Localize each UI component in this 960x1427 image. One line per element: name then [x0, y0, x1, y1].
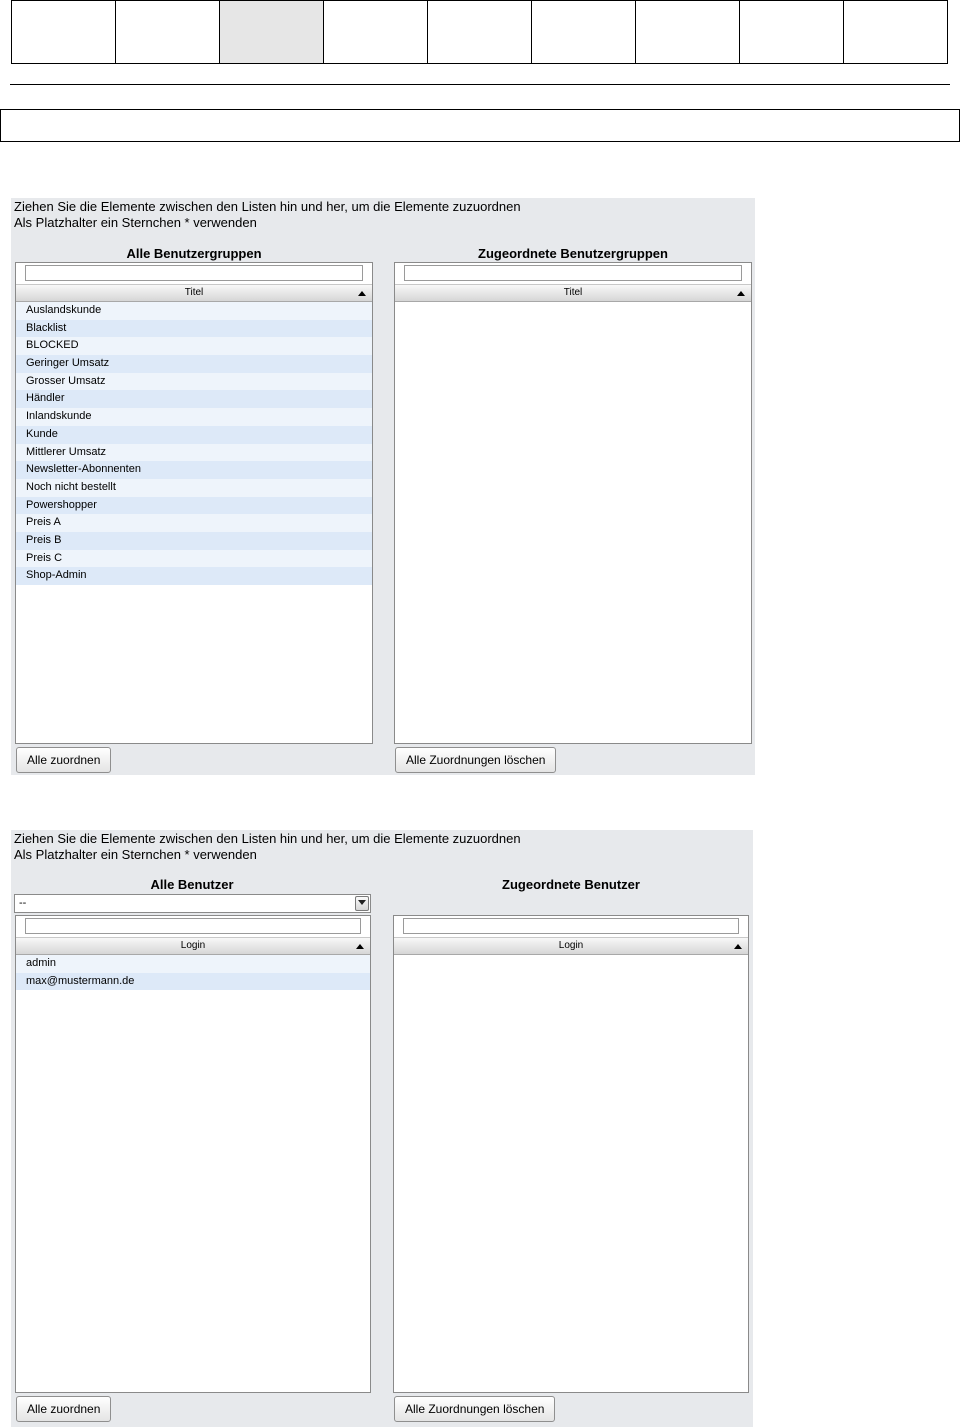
list-item[interactable]: Noch nicht bestellt [16, 478, 372, 497]
assign-all-button[interactable]: Alle zuordnen [16, 1396, 112, 1422]
tab-1[interactable] [12, 1, 116, 63]
users-rows: admin max@mustermann.de [16, 955, 370, 991]
wildcard-hint: Als Platzhalter ein Sternchen * verwende… [14, 215, 257, 230]
column-header-label: Login [180, 940, 206, 951]
sort-ascending-icon[interactable] [737, 291, 745, 296]
list-item[interactable]: Grosser Umsatz [16, 372, 372, 391]
all-usergroups-title: Alle Benutzergruppen [126, 246, 262, 261]
list-item[interactable]: Kunde [16, 425, 372, 444]
titel-column-header[interactable]: Titel [395, 284, 751, 302]
top-tab-strip [11, 0, 948, 64]
users-assignment-panel: Ziehen Sie die Elemente zwischen den Lis… [11, 830, 753, 1427]
list-item[interactable]: Inlandskunde [16, 408, 372, 426]
list-item[interactable]: Händler [16, 390, 372, 409]
column-header-label: Titel [563, 287, 583, 298]
list-item[interactable]: BLOCKED [16, 337, 372, 356]
sort-ascending-icon[interactable] [358, 291, 366, 296]
list-item[interactable]: Preis C [16, 549, 372, 568]
tab-5[interactable] [428, 1, 532, 63]
tab-6[interactable] [532, 1, 636, 63]
titel-column-header[interactable]: Titel [16, 284, 372, 302]
select-value: -- [19, 897, 27, 909]
all-usergroups-list[interactable]: Titel Auslandskunde Blacklist BLOCKED Ge… [15, 262, 373, 744]
users-filter-input[interactable] [25, 918, 361, 934]
drag-hint: Ziehen Sie die Elemente zwischen den Lis… [14, 831, 521, 846]
tab-8[interactable] [740, 1, 844, 63]
assigned-usergroups-filter-input[interactable] [404, 265, 742, 281]
list-item[interactable]: Shop-Admin [16, 567, 372, 585]
drag-hint: Ziehen Sie die Elemente zwischen den Lis… [14, 199, 521, 214]
all-users-title: Alle Benutzer [150, 877, 234, 892]
tab-3-active[interactable] [220, 1, 324, 63]
all-users-list[interactable]: Login admin max@mustermann.de [15, 915, 371, 1393]
list-item[interactable]: Auslandskunde [16, 302, 372, 320]
assigned-users-list[interactable]: Login [393, 915, 749, 1393]
assigned-usergroups-list[interactable]: Titel [394, 262, 752, 744]
clear-all-assignments-button[interactable]: Alle Zuordnungen löschen [395, 747, 557, 773]
wildcard-hint: Als Platzhalter ein Sternchen * verwende… [14, 847, 257, 862]
assigned-users-filter-input[interactable] [403, 918, 739, 934]
chevron-down-icon[interactable] [355, 896, 369, 911]
clear-all-assignments-button[interactable]: Alle Zuordnungen löschen [394, 1396, 556, 1422]
column-header-label: Titel [184, 287, 204, 298]
sort-ascending-icon[interactable] [734, 944, 742, 949]
list-item[interactable]: max@mustermann.de [16, 972, 370, 991]
login-column-header[interactable]: Login [394, 937, 748, 955]
list-item[interactable]: Preis A [16, 514, 372, 532]
usergroups-assignment-panel: Ziehen Sie die Elemente zwischen den Lis… [11, 198, 755, 775]
assigned-users-title: Zugeordnete Benutzer [502, 877, 640, 892]
usergroups-filter-input[interactable] [25, 265, 363, 281]
column-header-label: Login [558, 940, 584, 951]
user-filter-select[interactable]: -- [14, 894, 371, 913]
assigned-usergroups-title: Zugeordnete Benutzergruppen [478, 246, 668, 261]
list-item[interactable]: admin [16, 955, 370, 973]
tab-4[interactable] [324, 1, 428, 63]
tab-9[interactable] [844, 1, 948, 63]
divider [10, 84, 950, 85]
tab-7[interactable] [636, 1, 740, 63]
list-item[interactable]: Preis B [16, 531, 372, 550]
list-item[interactable]: Blacklist [16, 319, 372, 338]
sort-ascending-icon[interactable] [356, 944, 364, 949]
usergroups-rows: Auslandskunde Blacklist BLOCKED Geringer… [16, 302, 372, 585]
list-item[interactable]: Powershopper [16, 496, 372, 515]
login-column-header[interactable]: Login [16, 937, 370, 955]
toolbar-bar [0, 109, 960, 142]
assign-all-button[interactable]: Alle zuordnen [16, 747, 112, 773]
list-item[interactable]: Newsletter-Abonnenten [16, 461, 372, 479]
list-item[interactable]: Geringer Umsatz [16, 355, 372, 373]
tab-2[interactable] [116, 1, 220, 63]
list-item[interactable]: Mittlerer Umsatz [16, 443, 372, 462]
